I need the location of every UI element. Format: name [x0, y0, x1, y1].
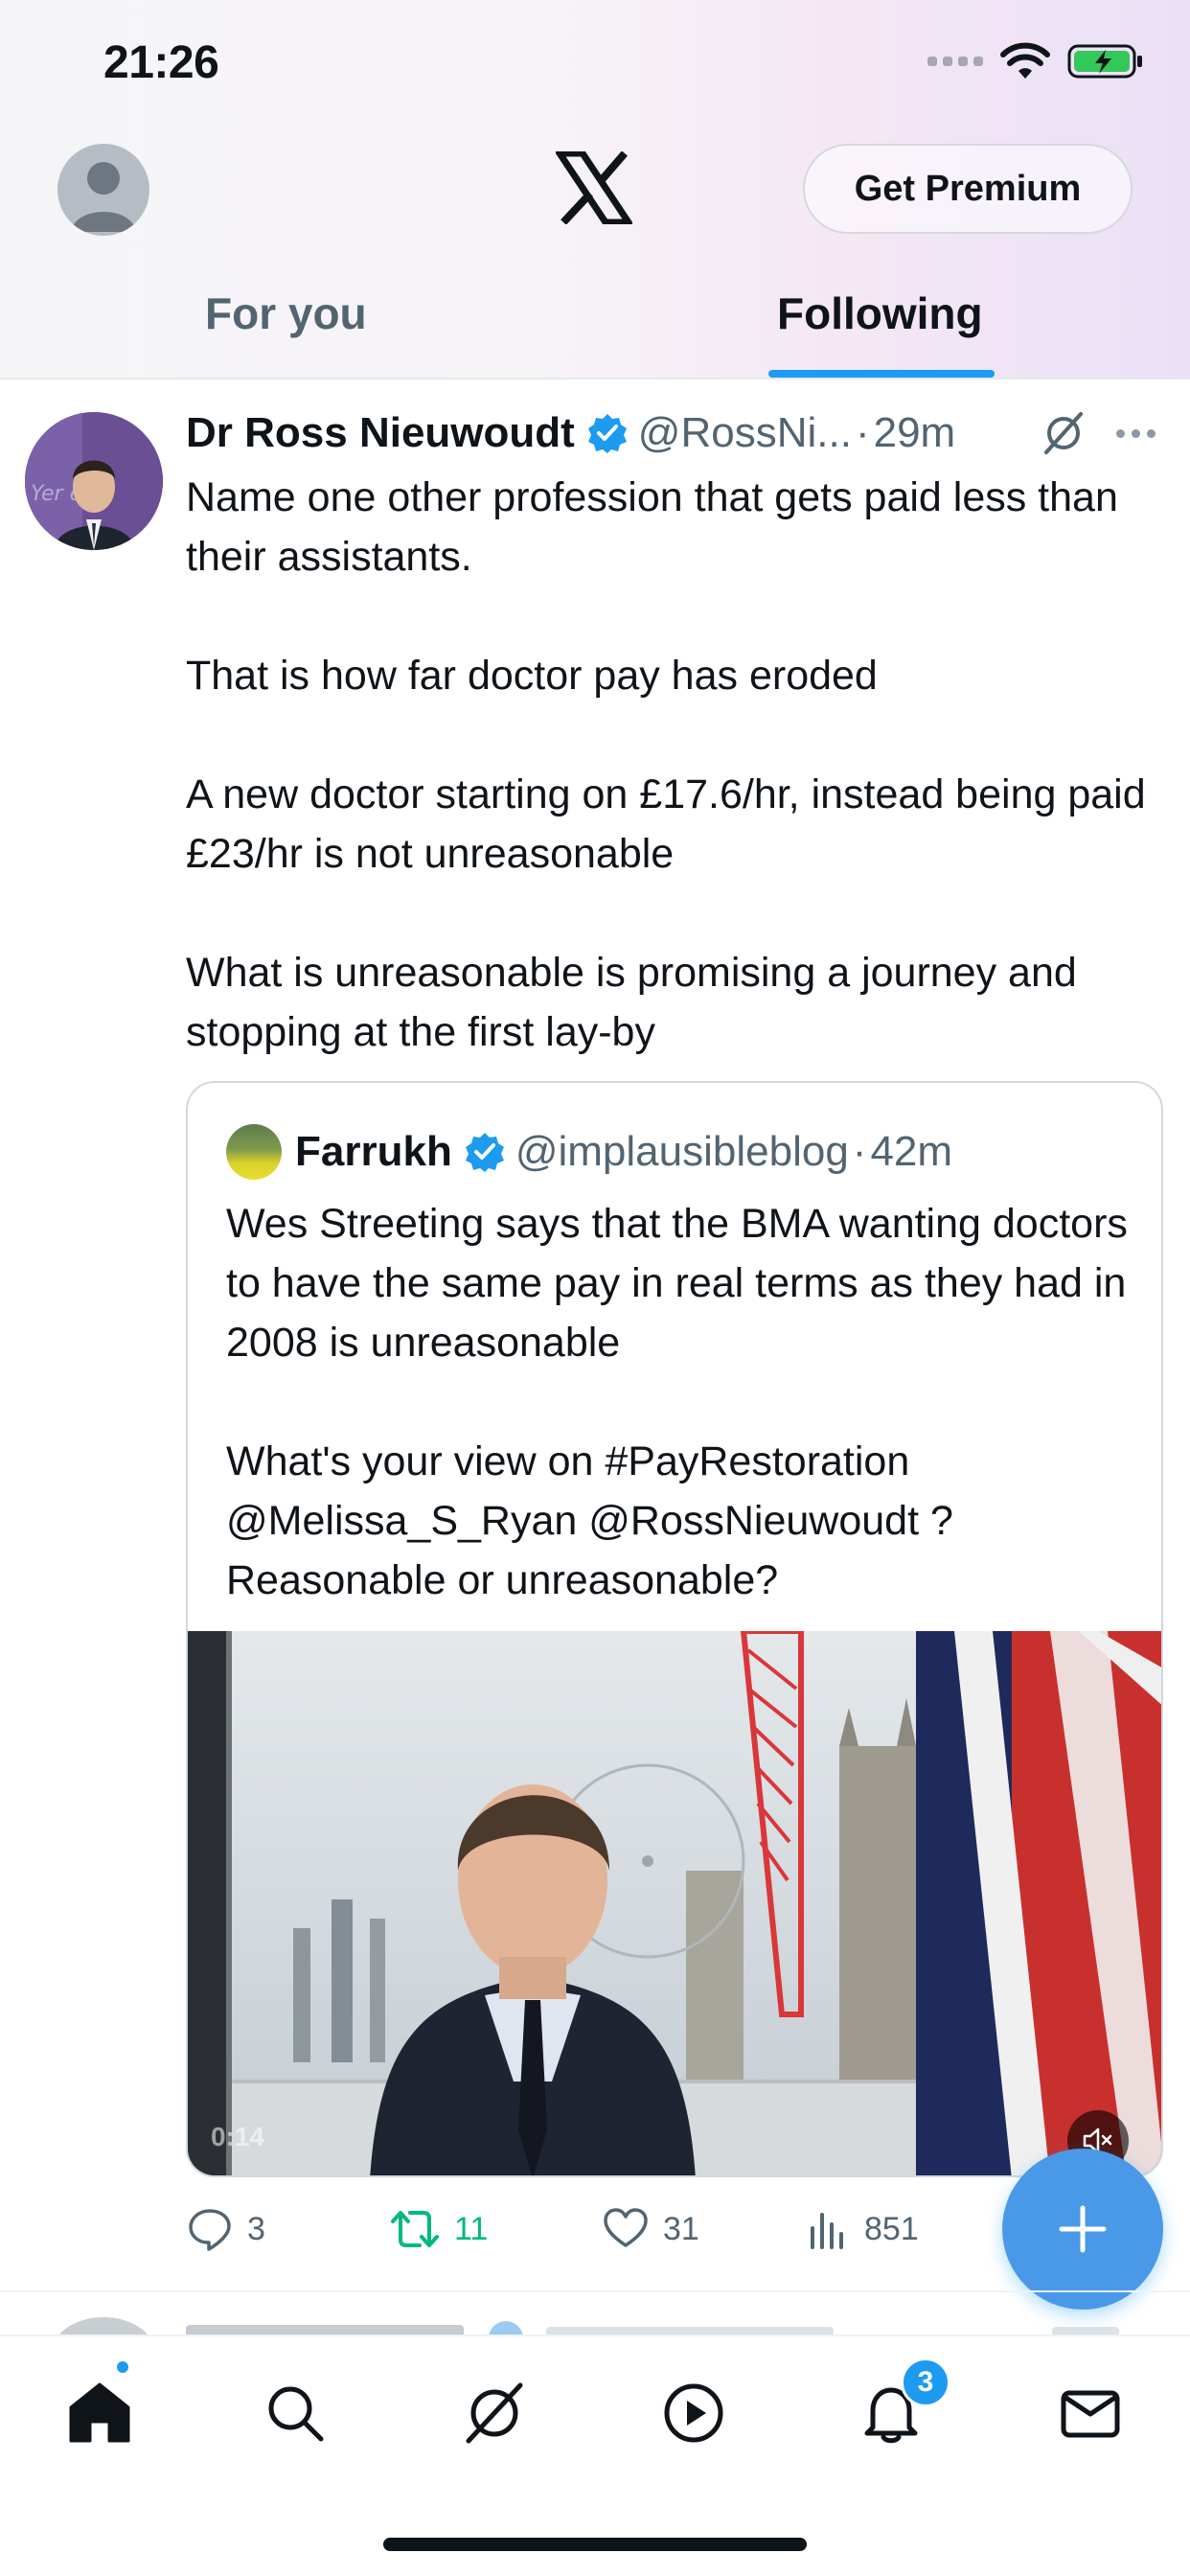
- plus-icon: [1059, 2205, 1107, 2253]
- tweet-body: Name one other profession that gets paid…: [186, 468, 1154, 1062]
- default-avatar-icon: [71, 162, 136, 232]
- grok-icon: [466, 2382, 523, 2444]
- status-icons: [927, 42, 1144, 80]
- home-indicator[interactable]: [383, 2538, 807, 2551]
- home-icon: [69, 2382, 130, 2443]
- profile-avatar[interactable]: [57, 144, 149, 236]
- quoted-author-name: Farrukh: [295, 1128, 452, 1175]
- play-icon: [664, 2383, 723, 2443]
- separator-dot: ·: [855, 409, 870, 456]
- reply-button[interactable]: 3: [186, 2202, 265, 2256]
- nav-video[interactable]: [655, 2375, 732, 2451]
- author-handle[interactable]: @RossNi...: [638, 409, 852, 457]
- status-time: 21:26: [103, 37, 219, 88]
- quoted-author-avatar[interactable]: [226, 1124, 282, 1180]
- notification-count-badge: 3: [901, 2358, 950, 2407]
- nav-grok[interactable]: [456, 2375, 533, 2451]
- verified-badge-icon: [587, 414, 627, 453]
- cellular-signal-icon: [927, 57, 983, 66]
- wifi-icon: [1000, 42, 1050, 79]
- views-icon: [811, 2213, 843, 2249]
- x-logo-icon[interactable]: [556, 151, 632, 224]
- get-premium-button[interactable]: Get Premium: [803, 144, 1133, 234]
- like-button[interactable]: 31: [602, 2202, 699, 2256]
- nav-search[interactable]: [257, 2375, 333, 2451]
- like-count: 31: [663, 2210, 699, 2247]
- nav-home[interactable]: [61, 2375, 138, 2451]
- nav-messages[interactable]: [1052, 2375, 1129, 2451]
- tweet-header: Dr Ross Nieuwoudt @RossNi... · 29m: [186, 406, 1154, 460]
- search-icon: [268, 2386, 324, 2442]
- tweet-paragraph: What is unreasonable is promising a jour…: [186, 950, 1077, 1055]
- separator-dot: ·: [852, 1128, 867, 1175]
- tweet-time[interactable]: 29m: [874, 409, 956, 457]
- views-count: 851: [864, 2210, 919, 2247]
- reply-count: 3: [247, 2210, 265, 2247]
- views-button[interactable]: 851: [807, 2202, 919, 2256]
- grok-icon[interactable]: [1041, 410, 1087, 456]
- repost-button[interactable]: 11: [389, 2202, 488, 2256]
- tweet-paragraph: Name one other profession that gets paid…: [186, 474, 1118, 580]
- quoted-paragraph: Wes Streeting says that the BMA wanting …: [226, 1201, 1128, 1366]
- envelope-icon: [1061, 2390, 1120, 2438]
- heart-icon: [604, 2208, 648, 2247]
- more-options-icon[interactable]: [1116, 429, 1156, 438]
- repost-icon: [391, 2211, 439, 2247]
- feed-divider: [0, 2290, 1190, 2292]
- compose-post-button[interactable]: [1002, 2149, 1163, 2310]
- active-tab-indicator: [768, 370, 995, 378]
- tab-for-you[interactable]: For you: [205, 288, 367, 339]
- quoted-tweet-body: Wes Streeting says that the BMA wanting …: [226, 1194, 1136, 1610]
- video-timestamp: 0:14: [211, 2122, 265, 2151]
- tweet-author-avatar[interactable]: Yer e: [25, 412, 163, 550]
- tweet-paragraph: That is how far doctor pay has eroded: [186, 653, 878, 699]
- reply-icon: [189, 2209, 231, 2251]
- battery-charging-icon: [1067, 44, 1142, 79]
- author-photo: Yer e: [25, 412, 163, 550]
- quoted-tweet-card[interactable]: Farrukh @implausibleblog · 42m Wes Stree…: [186, 1081, 1163, 2177]
- video-player[interactable]: 0:14: [188, 1631, 1161, 2175]
- quoted-paragraph: What's your view on #PayRestoration @Mel…: [226, 1438, 953, 1603]
- quoted-tweet-time: 42m: [870, 1128, 953, 1175]
- author-name[interactable]: Dr Ross Nieuwoudt: [186, 409, 575, 457]
- verified-badge-icon: [465, 1133, 504, 1172]
- tab-following[interactable]: Following: [777, 288, 983, 339]
- repost-count: 11: [454, 2210, 489, 2247]
- quoted-tweet-header: Farrukh @implausibleblog · 42m: [226, 1123, 952, 1181]
- tweet-actions: 3 11 31 851: [186, 2202, 1010, 2256]
- tweet-paragraph: A new doctor starting on £17.6/hr, inste…: [186, 771, 1146, 877]
- quoted-author-handle: @implausibleblog: [515, 1128, 849, 1175]
- video-frame: [188, 1631, 1161, 2175]
- home-unread-dot: [115, 2359, 130, 2375]
